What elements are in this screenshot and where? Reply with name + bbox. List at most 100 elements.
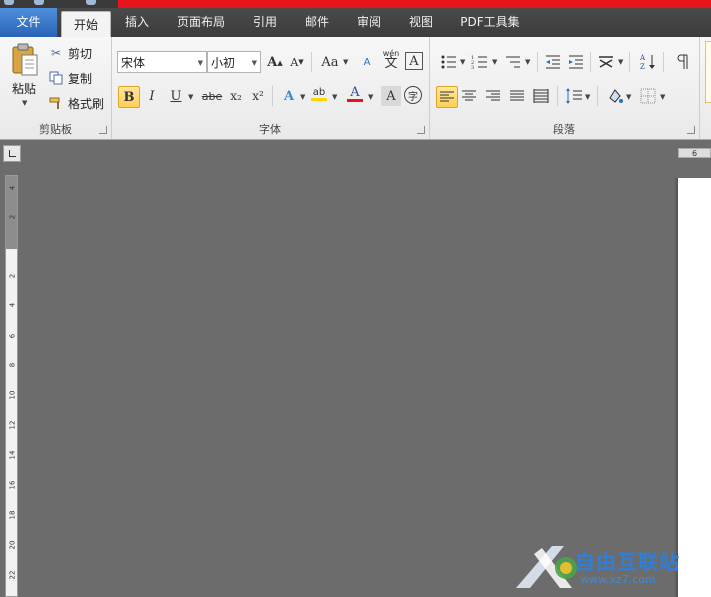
separator (590, 52, 591, 72)
shrink-font-button[interactable]: A ▼ (287, 52, 307, 72)
clipboard-dialog-launcher[interactable] (99, 126, 107, 134)
vertical-ruler[interactable]: 4 2 2 4 6 8 10 12 14 16 18 20 22 (5, 175, 18, 597)
font-color-dropdown[interactable]: ▼ (368, 93, 373, 101)
tab-pdf-tools[interactable]: PDF工具集 (454, 8, 526, 37)
sort-icon[interactable]: AZ (638, 52, 658, 72)
undo-icon[interactable] (34, 0, 44, 5)
paragraph-dialog-launcher[interactable] (687, 126, 695, 134)
distributed-icon[interactable] (531, 86, 551, 106)
numbering-icon[interactable]: 123 (470, 52, 490, 72)
tab-insert[interactable]: 插入 (118, 8, 156, 37)
separator (663, 52, 664, 72)
font-size-select[interactable]: 小初 ▼ (207, 51, 261, 73)
decrease-indent-icon[interactable] (543, 52, 563, 72)
highlight-button[interactable]: ab (309, 84, 329, 104)
format-painter-button[interactable]: 格式刷 (48, 93, 104, 113)
highlight-color-bar (311, 97, 327, 101)
subscript-button[interactable]: x₂ (226, 86, 246, 106)
svg-text:Z: Z (640, 63, 645, 71)
font-dialog-launcher[interactable] (417, 126, 425, 134)
save-icon[interactable] (4, 0, 14, 5)
change-case-dropdown[interactable]: ▼ (343, 58, 348, 66)
ribbon-tab-row: 文件 开始 插入 页面布局 引用 邮件 审阅 视图 PDF工具集 (0, 8, 711, 40)
vertical-ruler-number: 12 (8, 420, 17, 430)
font-color-bar (347, 99, 363, 102)
clear-formatting-button[interactable]: A (357, 52, 377, 72)
vertical-ruler-number: 2 (8, 214, 17, 220)
chinese-layout-icon[interactable] (596, 52, 616, 72)
align-right-icon[interactable] (483, 86, 503, 106)
tab-references[interactable]: 引用 (246, 8, 284, 37)
underline-button[interactable]: U (166, 86, 186, 106)
numbering-dropdown[interactable]: ▼ (492, 58, 497, 66)
document-page[interactable] (678, 178, 711, 597)
tab-page-layout[interactable]: 页面布局 (170, 8, 232, 37)
copy-button[interactable]: 复制 (48, 68, 92, 88)
justify-icon[interactable] (507, 86, 527, 106)
character-border-button[interactable]: A (405, 52, 423, 70)
ribbon: 粘贴 ▼ ✂ 剪切 复制 格式刷 剪贴板 宋体 ▼ 小初 ▼ A ▲ A ▼ A… (0, 37, 711, 140)
increase-indent-icon[interactable] (566, 52, 586, 72)
grow-font-button[interactable]: A ▲ (265, 52, 285, 72)
vertical-ruler-number: 4 (8, 185, 17, 191)
paste-icon[interactable] (11, 43, 39, 77)
multilevel-list-icon[interactable] (503, 52, 523, 72)
watermark-text: 自由互联站 (575, 550, 680, 574)
line-spacing-icon[interactable] (564, 86, 584, 106)
highlight-dropdown[interactable]: ▼ (332, 93, 337, 101)
paragraph-group-label: 段落 (553, 123, 575, 136)
superscript-button[interactable]: x² (248, 86, 268, 106)
style-gallery-item[interactable] (705, 41, 711, 103)
separator (311, 52, 312, 72)
borders-dropdown[interactable]: ▼ (660, 93, 665, 101)
paste-button[interactable]: 粘贴 (12, 80, 36, 97)
bullets-dropdown[interactable]: ▼ (460, 58, 465, 66)
align-center-icon[interactable] (459, 86, 479, 106)
change-case-button[interactable]: Aa (318, 52, 342, 72)
character-shading-button[interactable]: A (381, 86, 401, 106)
font-name-select[interactable]: 宋体 ▼ (117, 51, 207, 73)
underline-dropdown[interactable]: ▼ (188, 93, 193, 101)
separator (597, 86, 598, 106)
italic-button[interactable]: I (142, 86, 162, 106)
strikethrough-button[interactable]: abe (200, 86, 224, 106)
svg-text:3: 3 (471, 65, 474, 71)
phonetic-guide-button[interactable]: wén 文 (381, 50, 401, 71)
tab-selector[interactable] (3, 145, 21, 162)
shading-icon[interactable] (605, 86, 625, 106)
redo-icon[interactable] (86, 0, 96, 5)
text-effects-button[interactable]: A (279, 86, 299, 106)
watermark-url: www.xz7.com (580, 573, 656, 586)
text-effects-dropdown[interactable]: ▼ (300, 93, 305, 101)
separator (537, 52, 538, 72)
tab-review[interactable]: 审阅 (350, 8, 388, 37)
align-left-icon[interactable] (436, 86, 458, 108)
font-color-button[interactable]: A (345, 84, 365, 104)
enclose-characters-button[interactable]: 字 (404, 86, 422, 104)
multilevel-list-dropdown[interactable]: ▼ (525, 58, 530, 66)
paste-dropdown-arrow[interactable]: ▼ (22, 99, 27, 107)
cut-button[interactable]: ✂ 剪切 (48, 43, 92, 63)
bullets-icon[interactable] (439, 52, 459, 72)
tab-file[interactable]: 文件 (0, 8, 58, 37)
font-size-value: 小初 (211, 56, 236, 70)
borders-icon[interactable] (638, 86, 658, 106)
line-spacing-dropdown[interactable]: ▼ (585, 93, 590, 101)
chinese-layout-dropdown[interactable]: ▼ (618, 58, 623, 66)
horizontal-ruler[interactable]: 6 (678, 148, 711, 158)
show-marks-icon[interactable] (672, 52, 692, 72)
title-accent-bar (118, 0, 711, 8)
tab-home[interactable]: 开始 (61, 11, 111, 40)
separator (557, 86, 558, 106)
vertical-ruler-number: 22 (8, 570, 17, 580)
tab-view[interactable]: 视图 (402, 8, 440, 37)
chevron-down-icon: ▼ (197, 59, 203, 67)
shading-dropdown[interactable]: ▼ (626, 93, 631, 101)
bold-button[interactable]: B (118, 86, 140, 108)
tab-mailings[interactable]: 邮件 (298, 8, 336, 37)
separator (272, 86, 273, 106)
clipboard-group: 粘贴 ▼ ✂ 剪切 复制 格式刷 剪贴板 (0, 37, 112, 139)
vertical-ruler-number: 2 (8, 273, 17, 279)
copy-icon (48, 70, 64, 86)
separator (629, 52, 630, 72)
